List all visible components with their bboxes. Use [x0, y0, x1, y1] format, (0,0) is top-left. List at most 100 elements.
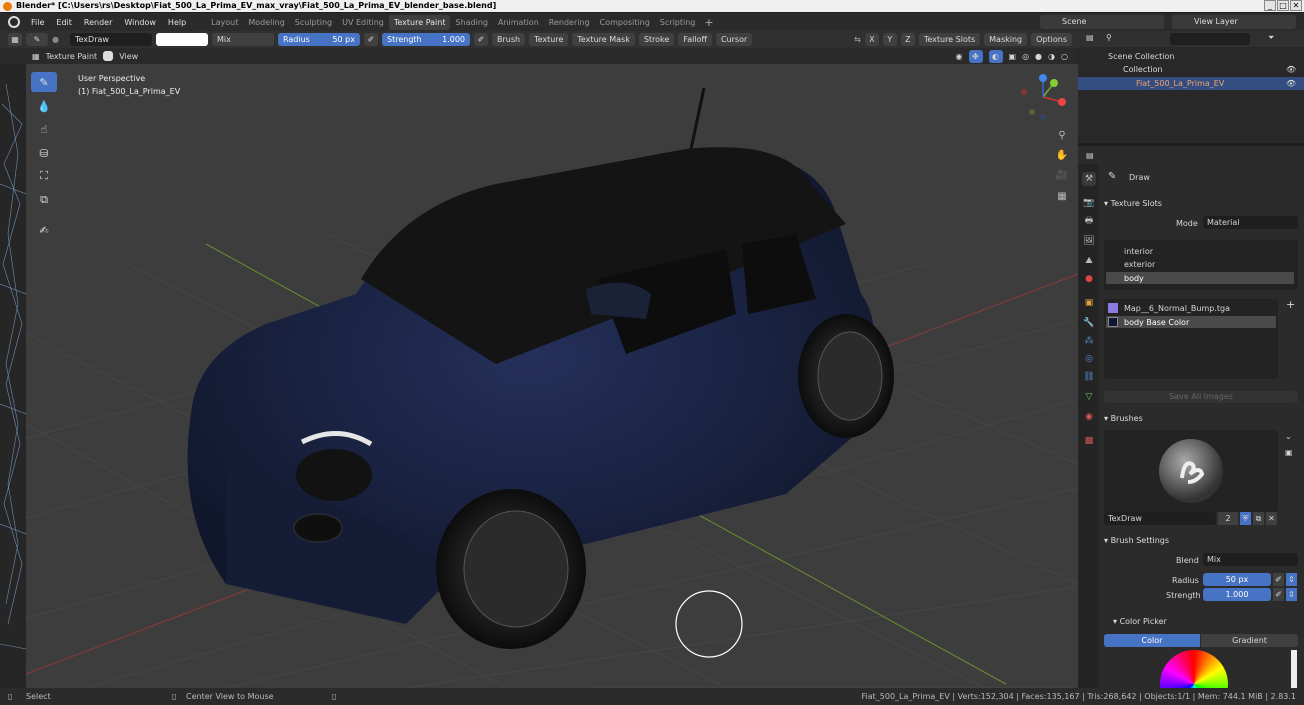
outliner-item-object[interactable]: Fiat_500_La_Prima_EV	[1136, 79, 1224, 88]
material-tab-icon[interactable]: ◉	[1082, 410, 1096, 424]
brush-strength-slider[interactable]: 1.000	[1203, 588, 1271, 601]
brush-radius-slider[interactable]: 50 px	[1203, 573, 1271, 586]
view-layer-tab-icon[interactable]: 🖼	[1082, 234, 1096, 248]
constraints-tab-icon[interactable]: ⛓	[1082, 370, 1096, 384]
blender-menu-icon[interactable]	[8, 16, 20, 28]
menu-edit[interactable]: Edit	[50, 18, 78, 27]
display-mode-icon[interactable]: ⚲	[1106, 33, 1112, 42]
blend-mode-dropdown[interactable]: Mix	[212, 33, 274, 46]
strength-slider[interactable]: Strength 1.000	[382, 33, 470, 46]
clone-tool-button[interactable]: ⛁	[31, 143, 57, 163]
masking-menu[interactable]: Masking	[984, 33, 1028, 46]
brush-settings-header[interactable]: ▾ Brush Settings	[1104, 536, 1169, 545]
zoom-icon[interactable]: ⚲	[1054, 130, 1070, 146]
editor-type-icon[interactable]: ▦	[8, 33, 22, 46]
gizmo-toggle[interactable]: ✥	[968, 49, 983, 63]
strength-pressure-icon[interactable]: ✐	[474, 33, 488, 46]
color-tab[interactable]: Color	[1104, 634, 1200, 647]
falloff-menu[interactable]: Falloff	[678, 33, 712, 46]
solid-shading-icon[interactable]: ●	[1035, 52, 1042, 61]
filter-icon[interactable]: ⏷	[1268, 33, 1274, 43]
blend-dropdown[interactable]: Mix	[1203, 553, 1298, 566]
minimize-button[interactable]: _	[1264, 0, 1276, 11]
brush-color-swatch[interactable]	[156, 33, 208, 46]
object-tab-icon[interactable]: ▣	[1082, 296, 1096, 310]
workspace-tab-shading[interactable]: Shading	[450, 15, 493, 30]
menu-file[interactable]: File	[25, 18, 50, 27]
workspace-tab-modeling[interactable]: Modeling	[243, 15, 289, 30]
outliner-item-collection[interactable]: Collection	[1123, 65, 1163, 74]
mirror-x-toggle[interactable]: X	[864, 33, 879, 46]
data-tab-icon[interactable]: ▽	[1082, 390, 1096, 404]
image-item-base-color[interactable]: body Base Color	[1124, 318, 1189, 327]
brush-name-field[interactable]: TexDraw	[70, 33, 152, 46]
texture-tab-icon[interactable]: ▩	[1082, 434, 1096, 448]
material-item-exterior[interactable]: exterior	[1124, 260, 1155, 269]
render-tab-icon[interactable]: 📷	[1082, 196, 1096, 210]
mask-tool-button[interactable]: ⧉	[31, 190, 57, 210]
overlay-toggle[interactable]: ◐	[988, 49, 1003, 63]
smear-tool-button[interactable]: ☝	[31, 119, 57, 139]
scene-tab-icon[interactable]: ⛰	[1082, 254, 1096, 268]
3d-viewport[interactable]	[26, 64, 1078, 688]
close-button[interactable]: ✕	[1290, 0, 1302, 11]
mirror-y-toggle[interactable]: Y	[882, 33, 897, 46]
save-all-images-button[interactable]: Save All Images	[1104, 391, 1298, 403]
annotate-tool-button[interactable]: ✍	[31, 220, 57, 240]
brush-menu[interactable]: Brush	[492, 33, 526, 46]
brush-preview-box[interactable]	[1104, 430, 1278, 512]
properties-editor-icon[interactable]: ▤	[1086, 151, 1094, 160]
texture-mask-menu[interactable]: Texture Mask	[572, 33, 635, 46]
mirror-z-toggle[interactable]: Z	[900, 33, 915, 46]
modifier-tab-icon[interactable]: 🔧	[1082, 316, 1096, 330]
outliner-editor-icon[interactable]: ▤	[1086, 33, 1094, 42]
brushes-header[interactable]: ▾ Brushes	[1104, 414, 1143, 423]
value-slider[interactable]	[1291, 650, 1297, 688]
radius-pressure-toggle-icon[interactable]: ⇕	[1286, 573, 1297, 586]
texture-slots-menu[interactable]: Texture Slots	[918, 33, 981, 46]
material-item-body[interactable]: body	[1124, 274, 1144, 283]
mode-dropdown[interactable]: Material	[1203, 216, 1298, 229]
tool-tab-icon[interactable]: ⚒	[1082, 172, 1096, 186]
scene-selector[interactable]: Scene	[1040, 15, 1164, 29]
object-visibility-eye-icon[interactable]: 👁	[1286, 79, 1296, 88]
stroke-menu[interactable]: Stroke	[638, 33, 675, 46]
gradient-tab[interactable]: Gradient	[1201, 634, 1298, 647]
perspective-grid-icon[interactable]: ▦	[1054, 191, 1070, 207]
soften-tool-button[interactable]: 💧	[31, 96, 57, 116]
workspace-tab-compositing[interactable]: Compositing	[595, 15, 655, 30]
workspace-tab-rendering[interactable]: Rendering	[544, 15, 595, 30]
menu-window[interactable]: Window	[118, 18, 162, 27]
brush-users-count[interactable]: 2	[1218, 512, 1238, 525]
visibility-icon[interactable]: ◉	[956, 52, 963, 61]
add-workspace-icon[interactable]: +	[700, 16, 717, 29]
view-menu[interactable]: View	[119, 52, 138, 61]
output-tab-icon[interactable]: 🖶	[1082, 214, 1096, 228]
camera-view-icon[interactable]: 🎥	[1054, 170, 1070, 186]
material-shading-icon[interactable]: ◑	[1048, 52, 1055, 61]
material-item-interior[interactable]: interior	[1124, 247, 1153, 256]
strength-edit-icon[interactable]: ✐	[1273, 588, 1284, 601]
radius-pressure-icon[interactable]: ✐	[364, 33, 378, 46]
workspace-tab-sculpting[interactable]: Sculpting	[290, 15, 337, 30]
collection-visibility-eye-icon[interactable]: 👁	[1286, 65, 1296, 74]
fill-tool-button[interactable]: ⛶	[31, 166, 57, 186]
workspace-tab-layout[interactable]: Layout	[206, 15, 243, 30]
workspace-tab-animation[interactable]: Animation	[493, 15, 544, 30]
workspace-tab-scripting[interactable]: Scripting	[655, 15, 701, 30]
duplicate-brush-icon[interactable]: ⧉	[1253, 512, 1264, 525]
cursor-menu[interactable]: Cursor	[715, 33, 753, 46]
options-menu[interactable]: Options	[1031, 33, 1072, 46]
view-layer-selector[interactable]: View Layer	[1172, 15, 1296, 29]
brush-name-field[interactable]: TexDraw	[1104, 512, 1216, 525]
brush-image-icon[interactable]: ▣	[1285, 448, 1293, 457]
menu-help[interactable]: Help	[162, 18, 192, 27]
navigation-gizmo[interactable]	[1018, 72, 1068, 122]
radius-unit-icon[interactable]: ✐	[1273, 573, 1284, 586]
wireframe-shading-icon[interactable]: ◎	[1022, 52, 1029, 61]
outliner-item-scene-collection[interactable]: Scene Collection	[1108, 52, 1175, 61]
workspace-tab-uv-editing[interactable]: UV Editing	[337, 15, 389, 30]
unlink-brush-icon[interactable]: ✕	[1266, 512, 1277, 525]
outliner-search-input[interactable]	[1170, 33, 1250, 45]
strength-pressure-toggle-icon[interactable]: ⇕	[1286, 588, 1297, 601]
